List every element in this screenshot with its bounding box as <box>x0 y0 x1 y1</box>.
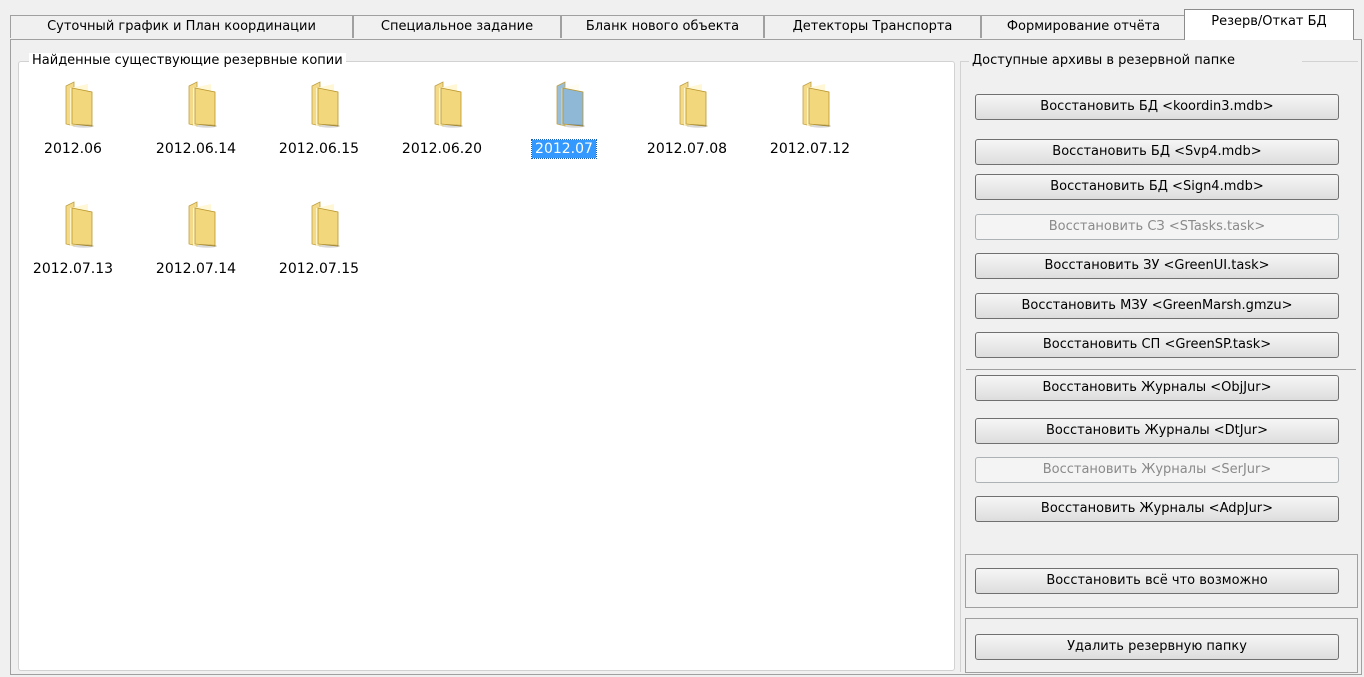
folder-icon <box>311 81 340 128</box>
folder-label: 2012.07 <box>509 139 619 159</box>
folder-label: 2012.06.15 <box>278 141 360 157</box>
tab-special-task[interactable]: Специальное задание <box>353 15 561 38</box>
restore-sz-stasks-button[interactable]: Восстановить СЗ <STasks.task> <box>975 214 1339 240</box>
restore-sp-greensp-button[interactable]: Восстановить СП <GreenSP.task> <box>975 332 1339 358</box>
backup-folder[interactable]: 2012.06 <box>18 80 128 180</box>
folder-label: 2012.06.14 <box>155 141 237 157</box>
button-separator <box>966 369 1356 370</box>
backup-folder[interactable]: 2012.07.15 <box>264 200 374 300</box>
restore-db-koordin3-button[interactable]: Восстановить БД <koordin3.mdb> <box>975 94 1339 120</box>
backup-folder[interactable]: 2012.07.12 <box>755 80 865 180</box>
restore-db-sign4-button[interactable]: Восстановить БД <Sign4.mdb> <box>975 174 1339 200</box>
folder-icon <box>188 201 217 248</box>
delete-folder-button[interactable]: Удалить резервную папку <box>975 634 1339 660</box>
restore-zu-greenui-button[interactable]: Восстановить ЗУ <GreenUI.task> <box>975 253 1339 279</box>
backup-folder[interactable]: 2012.06.20 <box>387 80 497 180</box>
tab-daily-schedule[interactable]: Суточный график и План координации <box>10 15 353 38</box>
backups-group-title: Найденные существующие резервные копии <box>29 53 346 69</box>
restore-journals-adpjur-button[interactable]: Восстановить Журналы <AdpJur> <box>975 496 1339 522</box>
folder-label: 2012.06 <box>44 141 102 157</box>
restore-journals-dtjur-button[interactable]: Восстановить Журналы <DtJur> <box>975 418 1339 444</box>
restore-db-svp4-button[interactable]: Восстановить БД <Svp4.mdb> <box>975 139 1339 165</box>
folder-label: 2012.07.08 <box>646 141 728 157</box>
backup-folder[interactable]: 2012.07.13 <box>18 200 128 300</box>
archives-group-line-right <box>1302 61 1358 62</box>
backup-folder[interactable]: 2012.07.08 <box>632 80 742 180</box>
folder-icon <box>802 81 831 128</box>
restore-all-button[interactable]: Восстановить всё что возможно <box>975 568 1339 594</box>
folder-label: 2012.07.13 <box>32 261 114 277</box>
backup-folder[interactable]: 2012.06.14 <box>141 80 251 180</box>
folder-icon <box>434 81 463 128</box>
folder-icon <box>556 81 585 128</box>
tab-strip: Суточный график и План координации Специ… <box>10 9 1362 40</box>
backup-folder[interactable]: 2012.07 <box>509 80 619 180</box>
archives-group-title: Доступные архивы в резервной папке <box>969 53 1239 68</box>
restore-journals-serjur-button[interactable]: Восстановить Журналы <SerJur> <box>975 457 1339 483</box>
folder-label: 2012.06.20 <box>401 141 483 157</box>
folder-icon <box>65 81 94 128</box>
folder-label: 2012.07.12 <box>769 141 851 157</box>
backup-folder[interactable]: 2012.07.14 <box>141 200 251 300</box>
folder-label: 2012.07.15 <box>278 261 360 277</box>
backup-folder[interactable]: 2012.06.15 <box>264 80 374 180</box>
folder-icon <box>65 201 94 248</box>
restore-journals-objjur-button[interactable]: Восстановить Журналы <ObjJur> <box>975 375 1339 401</box>
folder-icon <box>311 201 340 248</box>
folder-icon <box>188 81 217 128</box>
tab-new-object-form[interactable]: Бланк нового объекта <box>561 15 764 38</box>
tab-report-generation[interactable]: Формирование отчёта <box>981 15 1186 38</box>
folder-label: 2012.07.14 <box>155 261 237 277</box>
folder-icon <box>679 81 708 128</box>
tab-transport-detectors[interactable]: Детекторы Транспорта <box>764 15 981 38</box>
tab-backup-rollback[interactable]: Резерв/Откат БД <box>1184 9 1354 40</box>
archives-group-border <box>960 61 961 672</box>
restore-mzu-greenmarsh-button[interactable]: Восстановить МЗУ <GreenMarsh.gmzu> <box>975 293 1339 319</box>
